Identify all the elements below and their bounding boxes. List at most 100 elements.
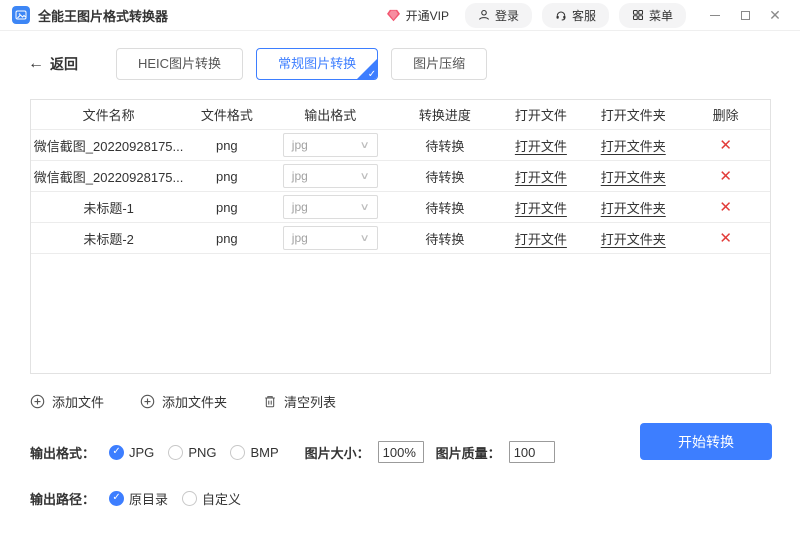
table-row: 微信截图_20220928175... png jpg ∨ 待转换 打开文件 打…	[31, 130, 770, 161]
open-folder-link[interactable]: 打开文件夹	[601, 229, 666, 248]
output-format-select[interactable]: jpg ∨	[283, 164, 378, 188]
output-format-value: jpg	[292, 200, 308, 214]
window-controls: ✕	[704, 4, 786, 26]
add-folder-label: 添加文件夹	[162, 392, 227, 411]
file-name: 未标题-2	[31, 229, 186, 248]
chevron-down-icon: ∨	[360, 233, 370, 244]
file-format: png	[186, 138, 267, 153]
output-path-row: 输出路径： ✓ 原目录 自定义	[30, 487, 800, 509]
app-window: 全能王图片格式转换器 开通VIP 登录	[0, 0, 800, 533]
chevron-down-icon: ∨	[360, 140, 370, 151]
image-size-input[interactable]	[378, 441, 424, 463]
add-folder-button[interactable]: 添加文件夹	[140, 392, 227, 411]
chevron-down-icon: ∨	[360, 171, 370, 182]
radio-png[interactable]: PNG	[168, 445, 216, 460]
back-arrow-icon: ←	[28, 56, 44, 72]
titlebar: 全能王图片格式转换器 开通VIP 登录	[0, 0, 800, 31]
tab-image-compress[interactable]: 图片压缩	[391, 48, 487, 80]
support-label: 客服	[572, 7, 596, 24]
file-format: png	[186, 169, 267, 184]
col-header-progress: 转换进度	[393, 105, 496, 124]
vip-button[interactable]: 开通VIP	[380, 7, 455, 24]
radio-original-dir[interactable]: ✓ 原目录	[109, 489, 168, 508]
nav-bar: ← 返回 HEIC图片转换 常规图片转换 ✓ 图片压缩	[28, 48, 800, 80]
delete-icon[interactable]: ✕	[719, 200, 732, 215]
table-row: 微信截图_20220928175... png jpg ∨ 待转换 打开文件 打…	[31, 161, 770, 192]
add-file-button[interactable]: 添加文件	[30, 392, 104, 411]
radio-unchecked-icon	[230, 445, 245, 460]
tab-regular-convert[interactable]: 常规图片转换 ✓	[256, 48, 378, 80]
radio-checked-icon: ✓	[109, 445, 124, 460]
table-header: 文件名称 文件格式 输出格式 转换进度 打开文件 打开文件夹 删除	[31, 100, 770, 130]
table-row: 未标题-2 png jpg ∨ 待转换 打开文件 打开文件夹 ✕	[31, 223, 770, 254]
progress-status: 待转换	[393, 198, 496, 217]
close-button[interactable]: ✕	[764, 4, 786, 26]
support-button[interactable]: 客服	[542, 3, 609, 28]
file-format: png	[186, 231, 267, 246]
file-name: 微信截图_20220928175...	[31, 167, 186, 186]
back-button[interactable]: ← 返回	[28, 54, 78, 74]
table-row: 未标题-1 png jpg ∨ 待转换 打开文件 打开文件夹 ✕	[31, 192, 770, 223]
open-folder-link[interactable]: 打开文件夹	[601, 198, 666, 217]
tabs: HEIC图片转换 常规图片转换 ✓ 图片压缩	[116, 48, 487, 80]
file-name: 微信截图_20220928175...	[31, 136, 186, 155]
radio-custom-dir[interactable]: 自定义	[182, 489, 241, 508]
output-format-value: jpg	[292, 138, 308, 152]
col-header-openfolder: 打开文件夹	[585, 105, 681, 124]
image-size-label: 图片大小：	[305, 443, 370, 462]
user-icon	[478, 9, 490, 21]
plus-circle-icon	[140, 394, 155, 409]
delete-icon[interactable]: ✕	[719, 231, 732, 246]
progress-status: 待转换	[393, 136, 496, 155]
chevron-down-icon: ∨	[360, 202, 370, 213]
start-convert-button[interactable]: 开始转换	[640, 423, 772, 460]
col-header-format: 文件格式	[186, 105, 267, 124]
delete-icon[interactable]: ✕	[719, 138, 732, 153]
diamond-icon	[386, 9, 401, 22]
image-quality-input[interactable]	[509, 441, 555, 463]
col-header-output: 输出格式	[267, 105, 393, 124]
login-label: 登录	[495, 7, 519, 24]
open-folder-link[interactable]: 打开文件夹	[601, 136, 666, 155]
titlebar-left: 全能王图片格式转换器	[12, 6, 168, 25]
tab-heic-convert[interactable]: HEIC图片转换	[116, 48, 243, 80]
output-format-select[interactable]: jpg ∨	[283, 195, 378, 219]
trash-icon	[263, 394, 277, 409]
clear-list-button[interactable]: 清空列表	[263, 392, 336, 411]
delete-icon[interactable]: ✕	[719, 169, 732, 184]
checkmark-icon: ✓	[368, 70, 376, 80]
back-label: 返回	[50, 54, 78, 74]
vip-label: 开通VIP	[406, 7, 449, 24]
open-file-link[interactable]: 打开文件	[515, 167, 567, 186]
tab-regular-convert-label: 常规图片转换	[278, 56, 356, 71]
menu-label: 菜单	[649, 7, 673, 24]
app-logo-icon	[12, 6, 30, 24]
radio-unchecked-icon	[182, 491, 197, 506]
output-format-label: 输出格式：	[30, 443, 95, 462]
grid-icon	[632, 9, 644, 21]
output-format-value: jpg	[292, 169, 308, 183]
open-folder-link[interactable]: 打开文件夹	[601, 167, 666, 186]
radio-jpg[interactable]: ✓ JPG	[109, 445, 154, 460]
col-header-filename: 文件名称	[31, 105, 186, 124]
menu-button[interactable]: 菜单	[619, 3, 686, 28]
headset-icon	[555, 9, 567, 21]
open-file-link[interactable]: 打开文件	[515, 229, 567, 248]
minimize-button[interactable]	[704, 4, 726, 26]
radio-bmp[interactable]: BMP	[230, 445, 278, 460]
clear-list-label: 清空列表	[284, 392, 336, 411]
add-file-label: 添加文件	[52, 392, 104, 411]
maximize-button[interactable]	[734, 4, 756, 26]
app-title: 全能王图片格式转换器	[38, 6, 168, 25]
file-table: 文件名称 文件格式 输出格式 转换进度 打开文件 打开文件夹 删除 微信截图_2…	[30, 99, 771, 374]
radio-checked-icon: ✓	[109, 491, 124, 506]
file-format: png	[186, 200, 267, 215]
output-format-select[interactable]: jpg ∨	[283, 226, 378, 250]
output-format-select[interactable]: jpg ∨	[283, 133, 378, 157]
list-toolbar: 添加文件 添加文件夹 清空列表	[30, 392, 800, 411]
open-file-link[interactable]: 打开文件	[515, 136, 567, 155]
plus-circle-icon	[30, 394, 45, 409]
open-file-link[interactable]: 打开文件	[515, 198, 567, 217]
output-format-value: jpg	[292, 231, 308, 245]
login-button[interactable]: 登录	[465, 3, 532, 28]
